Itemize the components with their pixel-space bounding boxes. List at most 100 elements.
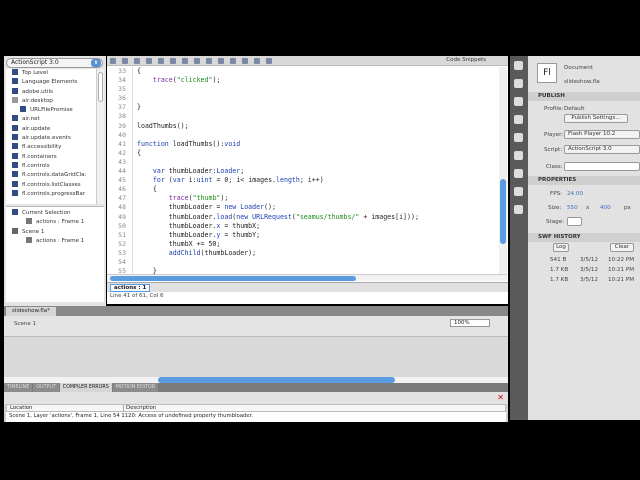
editor-horizontal-scrollbar[interactable]: [107, 274, 507, 281]
swatches-icon[interactable]: [514, 79, 523, 88]
description-header[interactable]: Description: [123, 405, 156, 411]
panel-tab[interactable]: COMPILER ERRORS: [59, 383, 112, 392]
tree-item[interactable]: fl.controls: [6, 161, 96, 171]
section-publish[interactable]: PUBLISH: [528, 92, 640, 101]
fps-value[interactable]: 24.00: [567, 191, 583, 197]
class-label: Class:: [546, 164, 563, 170]
nav-scene[interactable]: Scene 1: [6, 227, 104, 237]
panel-tab[interactable]: MOTION EDITOR: [112, 383, 159, 392]
movie-explorer-icon[interactable]: [514, 205, 523, 214]
line-number: 45: [118, 176, 126, 185]
tree-item[interactable]: fl.accessibility: [6, 143, 96, 152]
open-package-icon: [12, 96, 18, 103]
panel-dock: [510, 56, 528, 420]
document-tab[interactable]: slideshow.fla*: [6, 307, 56, 316]
history-row[interactable]: 1.7 KB 3/5/12 10:21 PM: [528, 265, 640, 275]
tree-item[interactable]: fl.controls.dataGridCla:: [6, 171, 96, 180]
document-tabs: slideshow.fla*: [4, 306, 508, 316]
section-swf-history[interactable]: SWF HISTORY: [528, 233, 640, 242]
nav-current-selection[interactable]: Current Selection: [6, 209, 104, 218]
code-hint-icon[interactable]: [170, 58, 176, 64]
scroll-thumb[interactable]: [500, 179, 506, 244]
check-syntax-icon[interactable]: [146, 58, 152, 64]
panel-tab[interactable]: TIMELINE: [4, 383, 33, 392]
tree-item[interactable]: air.desktop: [6, 96, 96, 106]
tree-item[interactable]: adobe.utils: [6, 87, 96, 97]
line-number: 37: [118, 103, 126, 112]
package-icon: [12, 134, 18, 141]
panel-tabs: TIMELINE OUTPUT COMPILER ERRORS MOTION EDIT…: [4, 383, 508, 392]
player-select[interactable]: Flash Player 10.2: [564, 130, 640, 139]
close-icon[interactable]: ✕: [497, 393, 504, 402]
transform-icon[interactable]: [514, 133, 523, 142]
tree-item[interactable]: fl.containers: [6, 152, 96, 162]
history-row[interactable]: 1.7 KB 3/5/12 10:21 PM: [528, 275, 640, 285]
uncomment-icon[interactable]: [254, 58, 260, 64]
expand-icon[interactable]: [218, 58, 224, 64]
tree-item[interactable]: Top Level: [6, 69, 96, 78]
code-snippets-button[interactable]: Code Snippets: [446, 57, 486, 63]
collapse-icon[interactable]: [194, 58, 200, 64]
size-label: Size:: [548, 205, 562, 211]
info-icon[interactable]: [514, 115, 523, 124]
stage-label: Stage:: [546, 219, 565, 225]
error-row[interactable]: Scene 1, Layer 'actions', Frame 1, Line …: [6, 412, 506, 422]
width-value[interactable]: 550: [567, 205, 578, 211]
line-number: 46: [118, 185, 126, 194]
components-icon[interactable]: [514, 151, 523, 160]
line-number: 42: [118, 148, 126, 157]
line-number: 38: [118, 112, 126, 121]
scene-label[interactable]: Scene 1: [14, 321, 36, 327]
scroll-thumb[interactable]: [110, 276, 356, 281]
script-select[interactable]: ActionScript 3.0: [564, 145, 640, 154]
editor-vertical-scrollbar[interactable]: [499, 67, 507, 279]
language-select[interactable]: ActionScript 3.0 ⬍: [6, 58, 103, 68]
package-icon: [12, 78, 18, 85]
tree-scrollbar[interactable]: [96, 69, 104, 204]
tree-item[interactable]: air.net: [6, 115, 96, 124]
package-icon: [12, 115, 18, 122]
add-item-icon[interactable]: [110, 58, 116, 64]
toolbox-toggle-icon[interactable]: [266, 58, 272, 64]
class-icon: [20, 106, 26, 113]
line-number: 49: [118, 212, 126, 221]
tree-item[interactable]: air.update: [6, 124, 96, 134]
tree-item[interactable]: air.update.events: [6, 134, 96, 143]
nav-frame[interactable]: actions : Frame 1: [6, 218, 104, 227]
history-cell: 10:21 PM: [608, 277, 635, 283]
class-input[interactable]: [564, 162, 640, 171]
height-value[interactable]: 400: [600, 205, 611, 211]
publish-settings-button[interactable]: Publish Settings...: [564, 114, 628, 123]
location-header[interactable]: Location: [10, 405, 32, 411]
section-properties[interactable]: PROPERTIES: [528, 176, 640, 185]
tree-item[interactable]: fl.controls.listClasses: [6, 180, 96, 190]
package-icon: [12, 180, 18, 187]
debug-icon[interactable]: [182, 58, 188, 64]
find-icon[interactable]: [122, 58, 128, 64]
errors-header: Location Description: [6, 404, 506, 412]
log-button[interactable]: Log: [553, 243, 569, 252]
auto-format-icon[interactable]: [158, 58, 164, 64]
clear-button[interactable]: Clear: [610, 243, 634, 252]
nav-frame[interactable]: actions : Frame 1: [6, 236, 104, 246]
library-icon[interactable]: [514, 169, 523, 178]
tree-item[interactable]: Language Elements: [6, 78, 96, 87]
motion-presets-icon[interactable]: [514, 187, 523, 196]
comment-icon[interactable]: [230, 58, 236, 64]
line-number: 47: [118, 194, 126, 203]
panel-tab[interactable]: OUTPUT: [33, 383, 59, 392]
tree-item[interactable]: URLFilePromise: [6, 106, 96, 115]
history-row[interactable]: 541 B 3/5/12 10:22 PM: [528, 255, 640, 265]
stage-color-swatch[interactable]: [567, 217, 582, 226]
tree-item[interactable]: fl.controls.progressBar: [6, 189, 96, 199]
stage[interactable]: [4, 337, 508, 377]
align-icon[interactable]: [514, 97, 523, 106]
collapse-selection-icon[interactable]: [206, 58, 212, 64]
zoom-select[interactable]: 100%: [450, 319, 490, 327]
tab-actions[interactable]: actions : 1: [110, 284, 151, 292]
color-icon[interactable]: [514, 61, 523, 70]
scroll-thumb[interactable]: [98, 72, 103, 102]
target-icon[interactable]: [134, 58, 140, 64]
code-area[interactable]: { trace("clicked"); } loadThumbs(); func…: [137, 67, 497, 277]
line-comment-icon[interactable]: [242, 58, 248, 64]
